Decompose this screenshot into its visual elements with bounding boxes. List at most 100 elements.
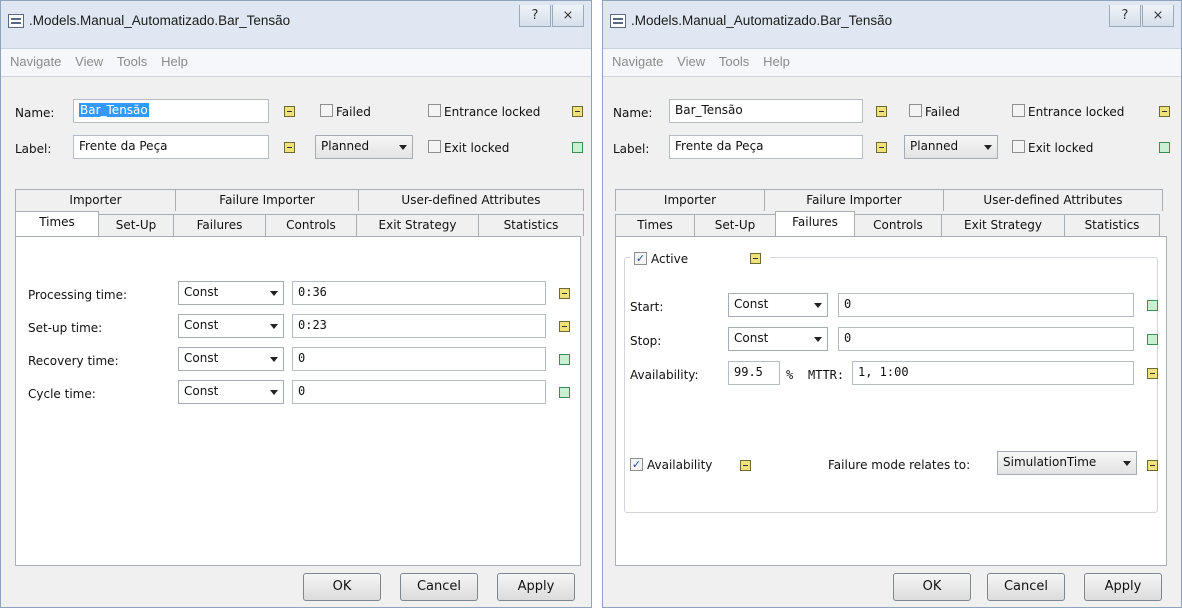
help-button[interactable]: ? — [519, 5, 551, 27]
name-label: Name: — [613, 106, 653, 120]
entrance-locked-checkbox[interactable] — [428, 104, 441, 117]
menu-navigate[interactable]: Navigate — [5, 49, 66, 74]
tab-statistics[interactable]: Statistics — [478, 214, 584, 236]
processing-time-dist-dropdown[interactable]: Const — [178, 281, 284, 305]
tab-controls[interactable]: Controls — [265, 214, 357, 236]
dist-value: Const — [184, 351, 219, 365]
processing-time-label: Processing time: — [28, 288, 128, 302]
apply-button[interactable]: Apply — [1084, 573, 1162, 601]
inherit-toggle-icon[interactable] — [559, 387, 570, 398]
tab-setup[interactable]: Set-Up — [694, 214, 776, 236]
tab-times[interactable]: Times — [615, 214, 695, 236]
inherit-toggle-icon[interactable] — [740, 460, 751, 471]
chevron-down-icon — [270, 390, 278, 395]
start-input[interactable]: 0 — [838, 293, 1134, 317]
setup-time-dist-dropdown[interactable]: Const — [178, 314, 284, 338]
inherit-toggle-icon[interactable] — [284, 106, 295, 117]
ok-button[interactable]: OK — [893, 573, 971, 601]
inherit-toggle-icon[interactable] — [559, 354, 570, 365]
menu-view[interactable]: View — [70, 49, 108, 74]
planned-dropdown[interactable]: Planned — [315, 135, 413, 159]
tab-failure-importer[interactable]: Failure Importer — [175, 189, 359, 211]
failed-label: Failed — [336, 105, 371, 119]
inherit-toggle-icon[interactable] — [1159, 142, 1170, 153]
stop-label: Stop: — [630, 334, 662, 348]
recovery-time-input[interactable]: 0 — [292, 347, 546, 371]
label-input[interactable]: Frente da Peça — [669, 135, 863, 159]
tab-failures[interactable]: Failures — [775, 211, 855, 236]
stop-input[interactable]: 0 — [838, 327, 1134, 351]
failed-checkbox[interactable] — [320, 104, 333, 117]
availability-checkbox[interactable]: ✓ — [630, 458, 643, 471]
setup-time-input[interactable]: 0:23 — [292, 314, 546, 338]
availability-input[interactable]: 99.5 — [728, 361, 780, 385]
inherit-toggle-icon[interactable] — [876, 106, 887, 117]
inherit-toggle-icon[interactable] — [572, 142, 583, 153]
field-value: 1, 1:00 — [858, 365, 909, 379]
exit-locked-checkbox[interactable] — [428, 140, 441, 153]
cycle-time-input[interactable]: 0 — [292, 380, 546, 404]
menu-tools[interactable]: Tools — [714, 49, 754, 74]
inherit-toggle-icon[interactable] — [559, 288, 570, 299]
menu-navigate[interactable]: Navigate — [607, 49, 668, 74]
help-button[interactable]: ? — [1109, 5, 1141, 27]
close-button[interactable]: ⨯ — [1142, 5, 1174, 27]
cycle-time-dist-dropdown[interactable]: Const — [178, 380, 284, 404]
inherit-toggle-icon[interactable] — [284, 142, 295, 153]
close-button[interactable]: ⨯ — [552, 5, 584, 27]
tab-failures[interactable]: Failures — [173, 214, 266, 236]
inherit-toggle-icon[interactable] — [1147, 460, 1158, 471]
tab-failure-importer[interactable]: Failure Importer — [764, 189, 944, 211]
dist-value: Const — [184, 384, 219, 398]
menu-tools[interactable]: Tools — [112, 49, 152, 74]
dist-value: Const — [184, 285, 219, 299]
cancel-button[interactable]: Cancel — [400, 573, 478, 601]
title-bar: .Models.Manual_Automatizado.Bar_Tensão ?… — [1, 1, 591, 49]
menu-help[interactable]: Help — [156, 49, 193, 74]
entrance-locked-checkbox[interactable] — [1012, 104, 1025, 117]
tab-importer[interactable]: Importer — [615, 189, 765, 211]
inherit-toggle-icon[interactable] — [1147, 334, 1158, 345]
planned-dropdown[interactable]: Planned — [904, 135, 998, 159]
inherit-toggle-icon[interactable] — [572, 106, 583, 117]
inherit-toggle-icon[interactable] — [1147, 368, 1158, 379]
name-input[interactable]: Bar_Tensão — [669, 99, 863, 123]
active-header: ✓ Active — [630, 249, 770, 267]
processing-time-input[interactable]: 0:36 — [292, 281, 546, 305]
menu-help[interactable]: Help — [758, 49, 795, 74]
active-checkbox[interactable]: ✓ — [634, 252, 647, 265]
inherit-toggle-icon[interactable] — [876, 142, 887, 153]
menu-view[interactable]: View — [672, 49, 710, 74]
exit-locked-checkbox[interactable] — [1012, 140, 1025, 153]
inherit-toggle-icon[interactable] — [1159, 106, 1170, 117]
name-input[interactable]: Bar_Tensão — [73, 99, 269, 123]
tab-exit-strategy[interactable]: Exit Strategy — [356, 214, 479, 236]
tab-importer[interactable]: Importer — [15, 189, 176, 211]
label-input[interactable]: Frente da Peça — [73, 135, 269, 159]
apply-button[interactable]: Apply — [497, 573, 575, 601]
tab-statistics[interactable]: Statistics — [1064, 214, 1160, 236]
stop-dist-dropdown[interactable]: Const — [728, 327, 828, 351]
tab-times[interactable]: Times — [15, 211, 99, 236]
entrance-locked-label: Entrance locked — [444, 105, 541, 119]
failure-mode-relates-label: Failure mode relates to: — [828, 458, 971, 472]
tab-user-defined-attributes[interactable]: User-defined Attributes — [358, 189, 584, 211]
tab-controls[interactable]: Controls — [854, 214, 942, 236]
ok-button[interactable]: OK — [303, 573, 381, 601]
field-value: 0:23 — [298, 318, 327, 332]
cancel-button[interactable]: Cancel — [987, 573, 1065, 601]
inherit-toggle-icon[interactable] — [1147, 300, 1158, 311]
tab-exit-strategy[interactable]: Exit Strategy — [941, 214, 1065, 236]
tab-setup[interactable]: Set-Up — [98, 214, 174, 236]
start-label: Start: — [630, 300, 664, 314]
field-value: 0:36 — [298, 285, 327, 299]
inherit-toggle-icon[interactable] — [750, 253, 761, 264]
failed-checkbox[interactable] — [909, 104, 922, 117]
inherit-toggle-icon[interactable] — [559, 321, 570, 332]
chevron-down-icon — [1123, 461, 1131, 466]
mttr-input[interactable]: 1, 1:00 — [852, 361, 1134, 385]
tab-user-defined-attributes[interactable]: User-defined Attributes — [943, 189, 1163, 211]
start-dist-dropdown[interactable]: Const — [728, 293, 828, 317]
recovery-time-dist-dropdown[interactable]: Const — [178, 347, 284, 371]
failure-mode-relates-dropdown[interactable]: SimulationTime — [997, 451, 1137, 475]
